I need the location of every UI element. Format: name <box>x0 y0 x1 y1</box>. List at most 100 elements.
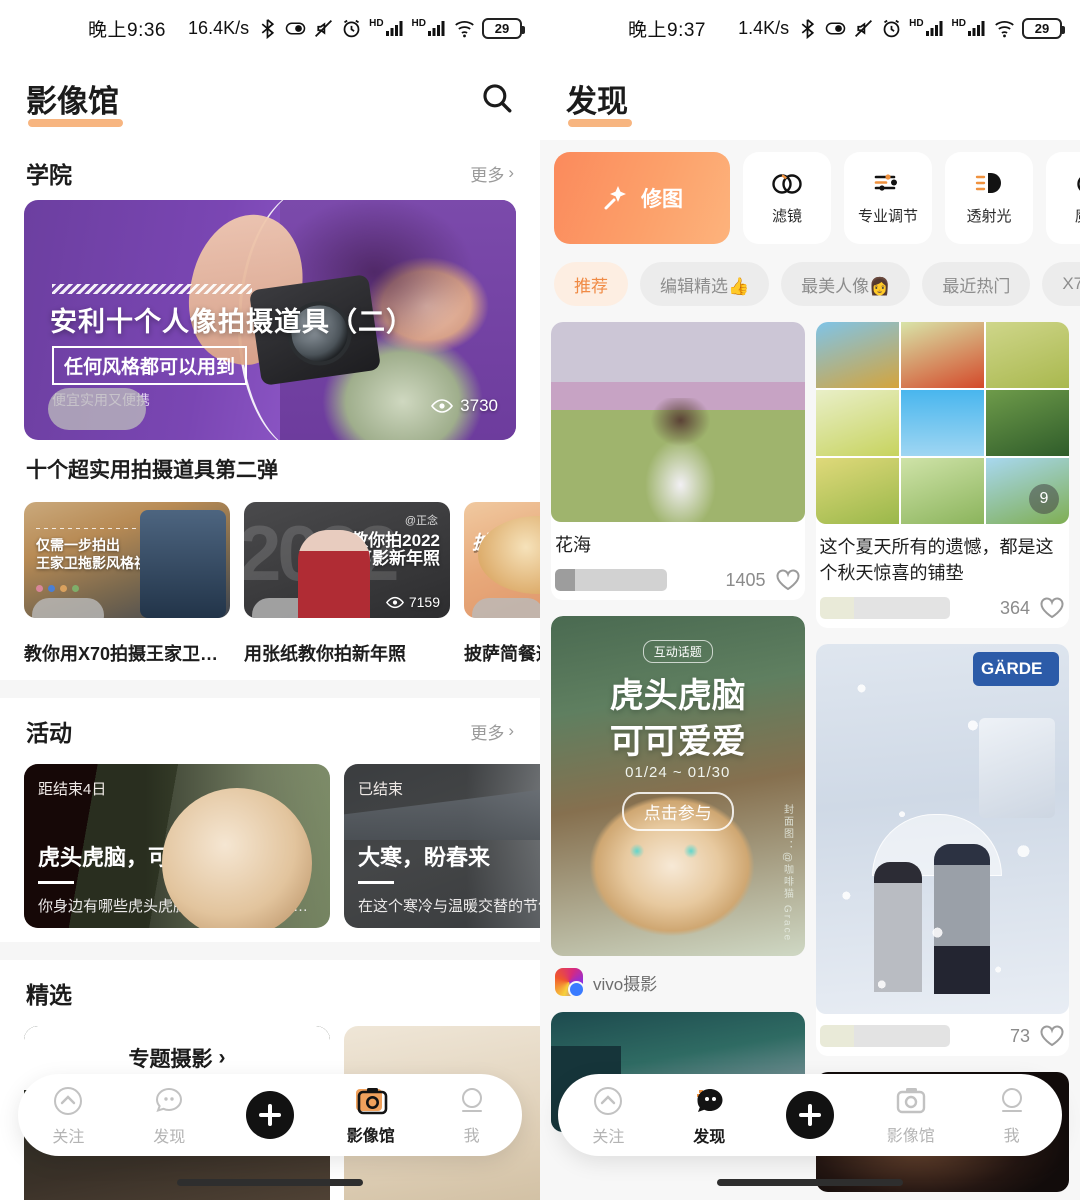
plus-icon[interactable] <box>245 1091 294 1139</box>
campaign-join-button[interactable]: 点击参与 <box>621 792 734 831</box>
magic-rings-icon <box>1077 177 1080 191</box>
squiggle-decoration <box>52 284 252 294</box>
grid-cell <box>900 390 984 456</box>
feed-column-left: 花海 1405 互动话题 虎头虎脑 可可爱爱 01/24 ~ 01/30 点击参… <box>551 322 805 1132</box>
left-scroll-body[interactable]: 学院 更多 › 安利十个人像拍摄道具（二） 任何风格都可以用到 便宜实用又便携 <box>0 140 540 1200</box>
campaign-banner[interactable]: 互动话题 虎头虎脑 可可爱爱 01/24 ~ 01/30 点击参与 封面图：@咖… <box>551 616 805 956</box>
feed-post-flower[interactable]: 花海 1405 <box>551 322 805 600</box>
status-bar-right: 晚上9:37 1.4K/s HD HD 29 <box>540 0 1080 56</box>
heart-icon[interactable] <box>775 568 801 592</box>
tool-filter[interactable]: 滤镜 <box>743 152 831 244</box>
course-card[interactable]: 仅需一步拍出 王家卫拖影风格视频 9987 教你用X70拍摄王家卫拖… <box>24 502 230 666</box>
app-header-right: 发现 <box>540 56 1080 140</box>
panel-image-gallery: 晚上9:36 16.4K/s HD HD 29 影像馆 学院 更多 › 安利十个… <box>0 0 540 1200</box>
dot <box>36 585 43 592</box>
activity-section: 活动 更多 › 距结束4日 虎头虎脑，可可爱爱 你身边有哪些虎头虎脑的小可爱？快… <box>0 698 540 942</box>
alarm-icon <box>883 19 900 37</box>
tool-magic[interactable]: 魔法 <box>1046 152 1080 244</box>
activity-card[interactable]: 已结束 大寒，盼春来 在这个寒冷与温暖交替的节气里 <box>344 764 540 928</box>
plus-icon[interactable] <box>785 1091 834 1139</box>
campaign-tag: 互动话题 <box>642 640 713 663</box>
nav-item-discover[interactable]: 发现 <box>119 1084 220 1147</box>
tool-label: 滤镜 <box>771 208 802 225</box>
battery-level: 29 <box>1034 20 1050 36</box>
activity-more-link[interactable]: 更多 › <box>470 719 514 744</box>
color-dots <box>36 585 79 592</box>
status-time: 晚上9:36 <box>88 19 166 41</box>
like-group[interactable]: 364 <box>1000 596 1065 620</box>
chip-recommend[interactable]: 推荐 <box>554 262 628 306</box>
bluetooth-icon <box>261 18 275 39</box>
profile-icon <box>1001 1087 1022 1112</box>
chip-editor-picks[interactable]: 编辑精选👍 <box>640 262 770 306</box>
hd-label-2: HD <box>411 18 426 29</box>
like-group[interactable]: 73 <box>1010 1024 1065 1048</box>
feed-post-autumn[interactable]: 9 这个夏天所有的遗憾，都是这个秋天惊喜的铺垫 364 <box>815 322 1069 628</box>
nav-label: 关注 <box>52 1128 85 1146</box>
dash-decoration <box>36 528 146 529</box>
course-overlay-line2: 剪影新年照 <box>355 549 440 568</box>
home-indicator <box>717 1179 903 1186</box>
academy-more-link[interactable]: 更多 › <box>470 161 514 186</box>
magic-wand-icon <box>604 186 626 210</box>
activity-card[interactable]: 距结束4日 虎头虎脑，可可爱爱 你身边有哪些虎头虎脑的小可爱？快拿出手机… <box>24 764 330 928</box>
nav-label: 影像馆 <box>346 1127 395 1145</box>
nav-item-profile[interactable]: 我 <box>961 1085 1062 1146</box>
snowflakes <box>815 644 1069 1014</box>
nav-item-gallery[interactable]: 影像馆 <box>320 1085 421 1146</box>
grid-cell <box>985 390 1069 456</box>
home-indicator <box>177 1179 363 1186</box>
category-chip-row[interactable]: 推荐 编辑精选👍 最美人像👩 最近热门 X70 <box>540 244 1080 306</box>
nav-item-discover[interactable]: 发现 <box>659 1084 760 1147</box>
bottom-nav-right[interactable]: 关注 发现 影像馆 我 <box>558 1074 1062 1156</box>
heart-icon[interactable] <box>1039 596 1065 620</box>
author-name-blurred <box>555 569 667 591</box>
nav-item-profile[interactable]: 我 <box>421 1085 522 1146</box>
course-list[interactable]: 仅需一步拍出 王家卫拖影风格视频 9987 教你用X70拍摄王家卫拖… 2022… <box>0 484 540 666</box>
nav-item-create[interactable] <box>760 1091 861 1139</box>
post-title: 这个夏天所有的遗憾，都是这个秋天惊喜的铺垫 <box>819 537 1054 583</box>
tool-light-beam[interactable]: 透射光 <box>945 152 1033 244</box>
nav-item-follow[interactable]: 关注 <box>558 1084 659 1147</box>
like-group[interactable]: 1405 <box>725 568 800 592</box>
mute-icon <box>315 19 333 37</box>
edit-photo-button[interactable]: 修图 <box>554 152 730 244</box>
signal-sim2: HD <box>952 19 987 37</box>
post-footer: 1405 <box>551 558 805 600</box>
tool-pro-adjust[interactable]: 专业调节 <box>844 152 932 244</box>
course-handle: @正念 <box>404 515 438 527</box>
course-card[interactable]: 披萨简 披萨简餐这 <box>464 502 540 666</box>
search-icon[interactable] <box>480 81 514 115</box>
feed-post-campaign[interactable]: 互动话题 虎头虎脑 可可爱爱 01/24 ~ 01/30 点击参与 封面图：@咖… <box>551 616 805 996</box>
activity-list[interactable]: 距结束4日 虎头虎脑，可可爱爱 你身边有哪些虎头虎脑的小可爱？快拿出手机… 已结… <box>0 758 540 928</box>
dot <box>48 585 55 592</box>
hd-label-1: HD <box>909 18 924 29</box>
chip-trending[interactable]: 最近热门 <box>922 262 1031 306</box>
like-count: 1405 <box>725 569 766 590</box>
academy-hero-card[interactable]: 安利十个人像拍摄道具（二） 任何风格都可以用到 便宜实用又便携 3730 <box>24 200 516 440</box>
nav-item-follow[interactable]: 关注 <box>18 1084 119 1147</box>
bottom-nav-left[interactable]: 关注 发现 影像馆 我 <box>18 1074 522 1156</box>
camera-icon <box>896 1087 925 1113</box>
discover-icon <box>697 1088 723 1112</box>
nav-item-create[interactable] <box>220 1091 321 1139</box>
heart-icon[interactable] <box>1039 1024 1065 1048</box>
activity-title-text: 大寒，盼春来 <box>358 845 491 870</box>
chip-best-portraits[interactable]: 最美人像👩 <box>781 262 911 306</box>
like-count: 364 <box>999 597 1030 618</box>
discover-feed[interactable]: 花海 1405 互动话题 虎头虎脑 可可爱爱 01/24 ~ 01/30 点击参… <box>540 306 1080 1192</box>
nav-item-gallery[interactable]: 影像馆 <box>860 1085 961 1146</box>
feed-post-snow[interactable]: GÄRDE 73 <box>815 644 1070 1056</box>
hd-label-2: HD <box>951 18 966 29</box>
hero-view-count: 3730 <box>431 396 498 416</box>
chip-x70[interactable]: X70 <box>1042 262 1080 306</box>
campaign-source-row[interactable]: vivo摄影 <box>551 956 805 996</box>
course-author-avatar <box>472 598 540 618</box>
course-card[interactable]: @正念 教你拍2022 剪影新年照 7159 <box>244 502 450 666</box>
tool-shortcut-row[interactable]: 修图 滤镜 专业调节 透射光 魔法 <box>540 140 1080 244</box>
filter-rings-icon <box>772 174 802 194</box>
post-footer: 73 <box>816 1014 1070 1056</box>
right-scroll-body[interactable]: 修图 滤镜 专业调节 透射光 魔法 <box>540 140 1080 1200</box>
activity-title-text: 虎头虎脑，可可爱爱 <box>38 845 237 870</box>
author-name-blurred <box>819 597 950 619</box>
